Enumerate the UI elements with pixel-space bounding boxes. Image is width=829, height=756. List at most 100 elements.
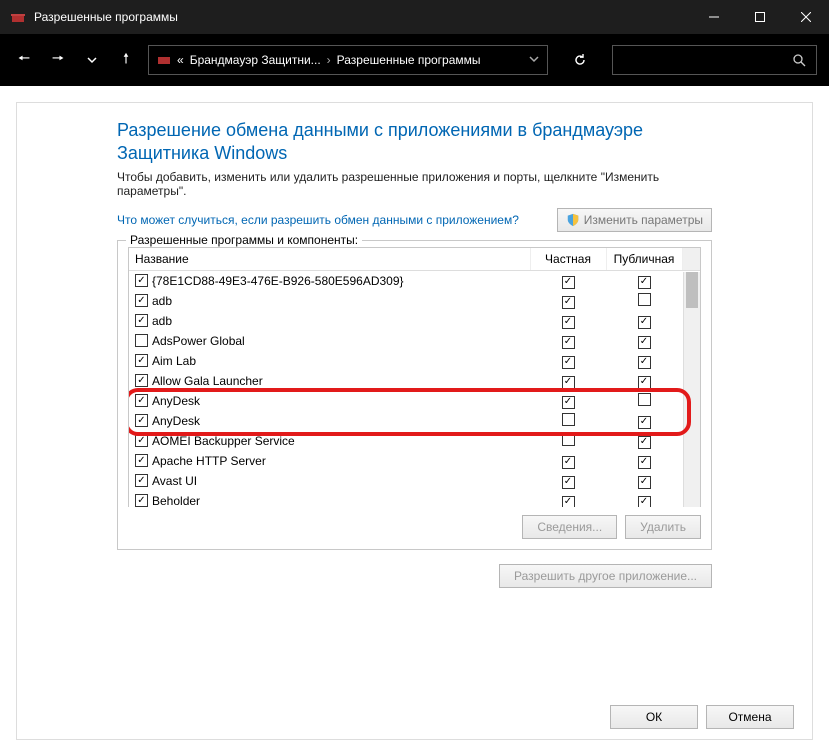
change-parameters-label: Изменить параметры — [584, 213, 703, 227]
row-enabled-checkbox[interactable] — [135, 294, 148, 307]
row-enabled-checkbox[interactable] — [135, 374, 148, 387]
row-enabled-checkbox[interactable] — [135, 334, 148, 347]
group-label: Разрешенные программы и компоненты: — [126, 233, 362, 247]
row-private-checkbox[interactable] — [562, 336, 575, 349]
scrollbar-header — [682, 248, 700, 271]
firewall-icon — [157, 52, 171, 69]
table-row[interactable]: Aim Lab — [129, 351, 700, 371]
table-row[interactable]: AnyDesk — [129, 411, 700, 431]
row-enabled-checkbox[interactable] — [135, 454, 148, 467]
row-private-checkbox[interactable] — [562, 496, 575, 507]
allowed-apps-table: Название Частная Публичная {78E1CD88-49E… — [128, 247, 701, 507]
row-enabled-checkbox[interactable] — [135, 474, 148, 487]
details-button[interactable]: Сведения... — [522, 515, 617, 539]
delete-button[interactable]: Удалить — [625, 515, 701, 539]
breadcrumb-2[interactable]: Разрешенные программы — [337, 53, 481, 67]
row-name: adb — [152, 294, 172, 308]
row-name: AnyDesk — [152, 394, 200, 408]
scrollbar[interactable] — [683, 272, 700, 507]
shield-icon — [566, 213, 580, 227]
table-row[interactable]: Allow Gala Launcher — [129, 371, 700, 391]
row-private-checkbox[interactable] — [562, 296, 575, 309]
row-public-checkbox[interactable] — [638, 476, 651, 489]
search-icon — [792, 53, 806, 67]
row-public-checkbox[interactable] — [638, 393, 651, 406]
row-enabled-checkbox[interactable] — [135, 434, 148, 447]
window-title: Разрешенные программы — [34, 10, 178, 24]
row-enabled-checkbox[interactable] — [135, 414, 148, 427]
row-public-checkbox[interactable] — [638, 376, 651, 389]
row-public-checkbox[interactable] — [638, 356, 651, 369]
row-private-checkbox[interactable] — [562, 413, 575, 426]
breadcrumb-1[interactable]: Брандмауэр Защитни... — [190, 53, 321, 67]
content-area: Разрешение обмена данными с приложениями… — [0, 86, 829, 756]
row-private-checkbox[interactable] — [562, 433, 575, 446]
row-public-checkbox[interactable] — [638, 276, 651, 289]
navbar: 🠔 🠖 🠕 « Брандмауэр Защитни... › Разрешен… — [0, 34, 829, 86]
row-enabled-checkbox[interactable] — [135, 314, 148, 327]
minimize-button[interactable] — [691, 0, 737, 34]
column-public[interactable]: Публичная — [606, 248, 682, 271]
row-enabled-checkbox[interactable] — [135, 274, 148, 287]
row-public-checkbox[interactable] — [638, 293, 651, 306]
row-private-checkbox[interactable] — [562, 376, 575, 389]
scrollbar-thumb[interactable] — [686, 272, 698, 308]
refresh-button[interactable] — [568, 48, 592, 72]
row-public-checkbox[interactable] — [638, 436, 651, 449]
allowed-apps-group: Разрешенные программы и компоненты: Назв… — [117, 240, 712, 550]
table-row[interactable]: AOMEI Backupper Service — [129, 431, 700, 451]
app-icon — [10, 9, 26, 25]
row-name: Avast UI — [152, 474, 197, 488]
row-private-checkbox[interactable] — [562, 476, 575, 489]
back-button[interactable]: 🠔 — [12, 48, 36, 72]
table-row[interactable]: Apache HTTP Server — [129, 451, 700, 471]
row-name: {78E1CD88-49E3-476E-B926-580E596AD309} — [152, 274, 404, 288]
ok-button[interactable]: ОК — [610, 705, 698, 729]
table-row[interactable]: {78E1CD88-49E3-476E-B926-580E596AD309} — [129, 270, 700, 291]
chevron-down-icon[interactable] — [529, 53, 539, 67]
row-public-checkbox[interactable] — [638, 496, 651, 507]
row-private-checkbox[interactable] — [562, 456, 575, 469]
row-public-checkbox[interactable] — [638, 416, 651, 429]
titlebar: Разрешенные программы — [0, 0, 829, 34]
change-parameters-button[interactable]: Изменить параметры — [557, 208, 712, 232]
row-private-checkbox[interactable] — [562, 396, 575, 409]
history-dropdown[interactable] — [80, 48, 104, 72]
row-enabled-checkbox[interactable] — [135, 394, 148, 407]
row-name: Aim Lab — [152, 354, 196, 368]
up-button[interactable]: 🠕 — [114, 48, 138, 72]
forward-button[interactable]: 🠖 — [46, 48, 70, 72]
table-row[interactable]: adb — [129, 291, 700, 311]
row-private-checkbox[interactable] — [562, 276, 575, 289]
table-row[interactable]: Avast UI — [129, 471, 700, 491]
table-row[interactable]: adb — [129, 311, 700, 331]
row-name: AdsPower Global — [152, 334, 245, 348]
row-public-checkbox[interactable] — [638, 456, 651, 469]
page-subtitle: Чтобы добавить, изменить или удалить раз… — [117, 170, 712, 198]
breadcrumb-prefix: « — [177, 53, 184, 67]
row-name: AOMEI Backupper Service — [152, 434, 295, 448]
row-public-checkbox[interactable] — [638, 336, 651, 349]
address-bar[interactable]: « Брандмауэр Защитни... › Разрешенные пр… — [148, 45, 548, 75]
row-public-checkbox[interactable] — [638, 316, 651, 329]
row-name: Allow Gala Launcher — [152, 374, 263, 388]
allow-another-app-button[interactable]: Разрешить другое приложение... — [499, 564, 712, 588]
search-input[interactable] — [612, 45, 817, 75]
table-row[interactable]: AnyDesk — [129, 391, 700, 411]
maximize-button[interactable] — [737, 0, 783, 34]
row-enabled-checkbox[interactable] — [135, 354, 148, 367]
row-private-checkbox[interactable] — [562, 316, 575, 329]
row-name: AnyDesk — [152, 414, 200, 428]
cancel-button[interactable]: Отмена — [706, 705, 794, 729]
chevron-right-icon: › — [327, 53, 331, 67]
row-name: Beholder — [152, 494, 200, 507]
close-button[interactable] — [783, 0, 829, 34]
table-row[interactable]: Beholder — [129, 491, 700, 507]
table-row[interactable]: AdsPower Global — [129, 331, 700, 351]
row-private-checkbox[interactable] — [562, 356, 575, 369]
content-panel: Разрешение обмена данными с приложениями… — [16, 102, 813, 740]
column-private[interactable]: Частная — [530, 248, 606, 271]
risk-link[interactable]: Что может случиться, если разрешить обме… — [117, 213, 557, 227]
column-name[interactable]: Название — [129, 248, 530, 271]
row-enabled-checkbox[interactable] — [135, 494, 148, 507]
